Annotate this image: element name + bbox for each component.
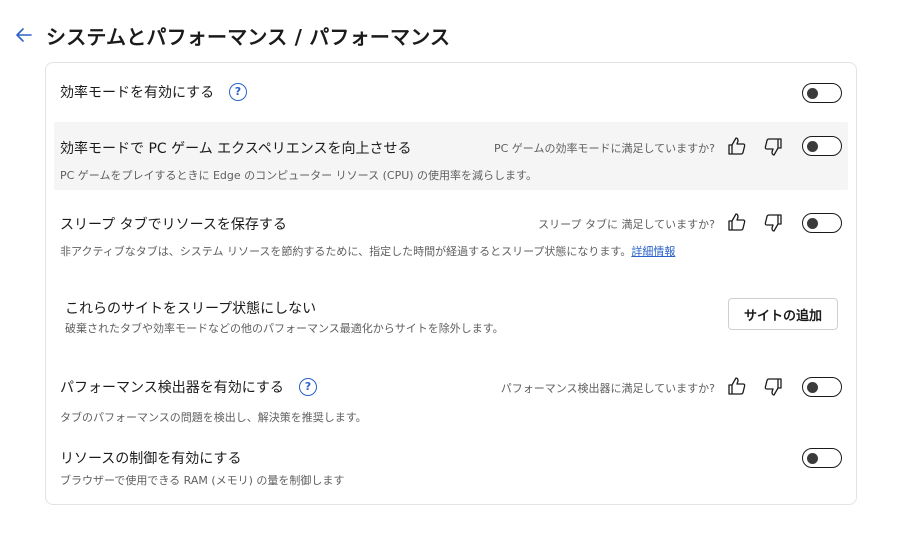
resource-control-description: ブラウザーで使用できる RAM (メモリ) の量を制御します [60,474,345,487]
performance-detector-description: タブのパフォーマンスの問題を検出し、解決策を推奨します。 [60,411,367,424]
sleeping-tabs-label: スリープ タブでリソースを保存する [60,217,287,233]
performance-settings-card: 効率モードを有効にする ? 効率モードで PC ゲーム エクスペリエンスを向上さ… [45,62,857,505]
performance-detector-feedback-question: パフォーマンス検出器に満足していますか? [500,382,715,395]
sleeping-tabs-row: スリープ タブでリソースを保存する スリープ タブに 満足していますか? 非アク… [54,203,848,267]
toggle-knob [807,381,818,393]
sleeping-tabs-toggle[interactable] [802,213,842,233]
sleeping-tabs-feedback-question: スリープ タブに 満足していますか? [538,218,715,231]
page-header: システムとパフォーマンス / パフォーマンス [12,20,450,50]
thumbs-up-icon[interactable] [726,135,748,157]
gaming-description: PC ゲームをプレイするときに Edge のコンピューター リソース (CPU)… [60,169,537,182]
resource-control-row: リソースの制御を有効にする ブラウザーで使用できる RAM (メモリ) の量を制… [54,441,848,493]
sleeping-tabs-description-text: 非アクティブなタブは、システム リソースを節約するために、指定した時間が経過する… [60,245,632,258]
gaming-feedback-question: PC ゲームの効率モードに満足していますか? [494,142,715,155]
performance-detector-toggle[interactable] [802,377,842,397]
toggle-knob [807,217,818,229]
never-sleep-description: 破棄されたタブや効率モードなどの他のパフォーマンス最適化からサイトを除外します。 [65,322,504,335]
performance-detector-help-icon[interactable]: ? [299,378,317,396]
page-title: システムとパフォーマンス / パフォーマンス [46,24,451,49]
toggle-knob [807,140,818,152]
efficiency-mode-help-icon[interactable]: ? [229,83,247,101]
efficiency-mode-toggle[interactable] [802,83,842,103]
efficiency-mode-row: 効率モードを有効にする ? [54,71,848,115]
arrow-left-icon [16,28,32,42]
gaming-row: 効率モードで PC ゲーム エクスペリエンスを向上させる PC ゲームの効率モー… [54,122,848,190]
thumbs-down-icon[interactable] [762,212,784,234]
resource-control-label: リソースの制御を有効にする [60,451,242,467]
thumbs-up-icon[interactable] [726,375,748,397]
learn-more-link[interactable]: 詳細情報 [631,245,675,258]
gaming-label: 効率モードで PC ゲーム エクスペリエンスを向上させる [60,141,412,157]
performance-detector-label: パフォーマンス検出器を有効にする [60,380,284,396]
toggle-knob [807,87,818,99]
thumbs-up-icon[interactable] [726,211,748,233]
performance-detector-row: パフォーマンス検出器を有効にする ? パフォーマンス検出器に満足していますか? … [54,367,848,427]
thumbs-down-icon[interactable] [762,376,784,398]
back-button[interactable] [12,23,36,47]
never-sleep-label: これらのサイトをスリープ状態にしない [65,301,317,317]
toggle-knob [807,452,818,464]
sleeping-tabs-description: 非アクティブなタブは、システム リソースを節約するために、指定した時間が経過する… [60,243,675,259]
gaming-toggle[interactable] [802,136,842,156]
resource-control-toggle[interactable] [802,448,842,468]
add-site-button[interactable]: サイトの追加 [728,298,838,330]
thumbs-down-icon[interactable] [762,136,784,158]
never-sleep-row: これらのサイトをスリープ状態にしない 破棄されたタブや効率モードなどの他のパフォ… [54,289,848,345]
efficiency-mode-label: 効率モードを有効にする [60,85,215,101]
